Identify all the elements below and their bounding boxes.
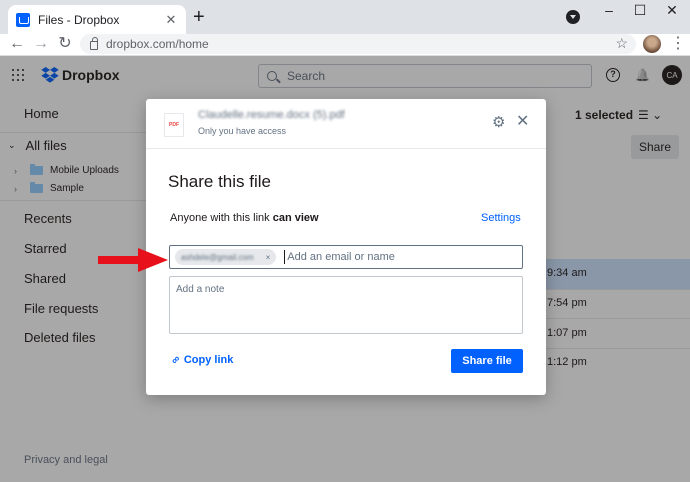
reload-icon[interactable]: ↻ [55, 34, 75, 54]
new-tab-button[interactable]: + [193, 7, 205, 27]
pdf-file-icon: PDF [164, 113, 184, 137]
copy-link-label: Copy link [183, 354, 234, 366]
back-icon[interactable]: ← [7, 34, 27, 54]
share-modal: PDF Claudelle.resume.docx (5).pdf Only y… [146, 99, 546, 395]
tab-title: Files - Dropbox [38, 12, 120, 27]
forward-icon[interactable]: → [31, 34, 51, 54]
email-chip[interactable]: ashdele@gmail.com × [175, 249, 277, 265]
close-icon[interactable]: ✕ [516, 111, 529, 131]
copy-link-button[interactable]: ∞ Copy link [168, 352, 234, 368]
file-name: Claudelle.resume.docx (5).pdf [198, 109, 345, 121]
access-status: Only you have access [198, 126, 287, 136]
modal-title: Share this file [168, 172, 271, 191]
bookmark-star-icon[interactable]: ☆ [615, 35, 628, 52]
red-arrow-annotation-icon [98, 248, 168, 272]
address-bar[interactable]: dropbox.com/home ☆ [80, 34, 636, 54]
modal-header: PDF Claudelle.resume.docx (5).pdf Only y… [146, 99, 546, 149]
text-caret [284, 250, 286, 264]
email-chip-text: ashdele@gmail.com [181, 252, 254, 262]
lock-icon [90, 36, 98, 50]
browser-tab[interactable]: Files - Dropbox ✕ [8, 5, 186, 34]
link-icon: ∞ [168, 352, 183, 368]
link-permission-prefix: Anyone with this link [170, 212, 270, 224]
browser-tabbar: Files - Dropbox ✕ + – ☐ ✕ [0, 0, 690, 34]
email-placeholder: Add an email or name [287, 251, 395, 263]
browser-avatar[interactable] [643, 35, 661, 53]
chip-remove-icon[interactable]: × [266, 253, 271, 262]
browser-profile-icon[interactable] [566, 10, 580, 24]
gear-icon[interactable]: ⚙ [492, 113, 505, 131]
settings-link[interactable]: Settings [481, 212, 521, 224]
browser-toolbar: ← → ↻ dropbox.com/home ☆ ⋮ [0, 34, 690, 56]
link-permission-text: Anyone with this link can view [170, 212, 319, 224]
dropbox-favicon-icon [16, 12, 30, 27]
window-minimize-button[interactable]: – [594, 2, 624, 18]
link-permission-value: can view [272, 212, 319, 224]
window-maximize-button[interactable]: ☐ [625, 2, 655, 19]
note-field[interactable]: Add a note [169, 276, 523, 334]
browser-menu-icon[interactable]: ⋮ [670, 34, 686, 54]
tab-close-icon[interactable]: ✕ [164, 12, 178, 28]
email-field[interactable]: ashdele@gmail.com × Add an email or name [169, 245, 523, 269]
window-close-button[interactable]: ✕ [657, 2, 687, 19]
share-file-button[interactable]: Share file [451, 349, 523, 373]
url-text: dropbox.com/home [106, 37, 209, 51]
